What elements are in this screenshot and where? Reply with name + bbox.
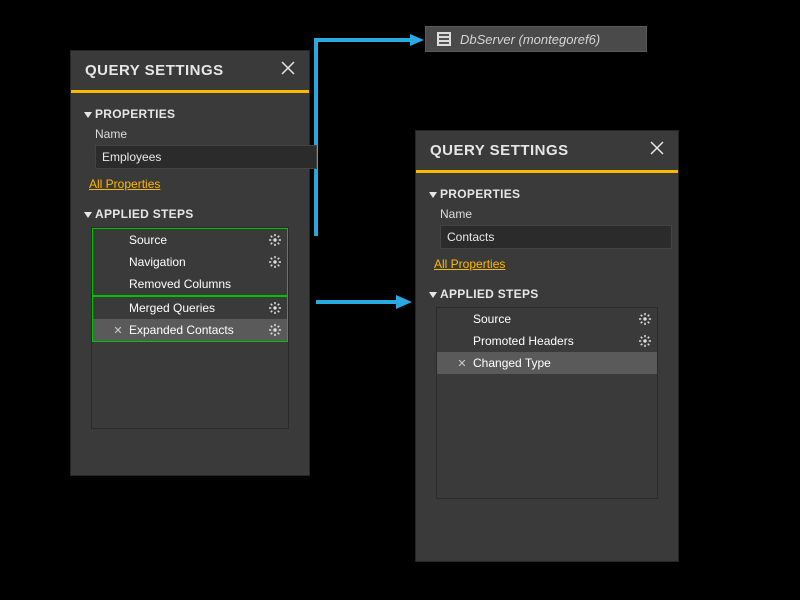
properties-section: PROPERTIES Name All Properties <box>71 93 309 199</box>
applied-steps-list: Source Navigation Removed Columns Merged Qu… <box>91 227 289 429</box>
panel-title: QUERY SETTINGS <box>85 62 224 79</box>
properties-header-text: PROPERTIES <box>95 107 175 121</box>
gear-icon[interactable] <box>269 324 281 336</box>
gear-icon[interactable] <box>639 313 651 325</box>
properties-header-text: PROPERTIES <box>440 187 520 201</box>
applied-steps-header[interactable]: APPLIED STEPS <box>430 281 664 305</box>
database-icon <box>436 31 452 47</box>
step-item[interactable]: Merged Queries <box>93 297 287 319</box>
applied-steps-header-text: APPLIED STEPS <box>440 287 539 301</box>
name-label: Name <box>440 207 664 221</box>
db-server-node[interactable]: DbServer (montegoref6) <box>425 26 647 52</box>
panel-header: QUERY SETTINGS <box>71 51 309 93</box>
step-label: Navigation <box>129 255 186 269</box>
step-label: Changed Type <box>473 356 551 370</box>
delete-step-icon[interactable]: ✕ <box>457 357 467 370</box>
arrow-to-db <box>310 30 430 255</box>
delete-step-icon[interactable]: ✕ <box>113 324 123 337</box>
all-properties-link[interactable]: All Properties <box>89 175 160 193</box>
gear-icon[interactable] <box>269 302 281 314</box>
query-name-input[interactable] <box>440 225 672 249</box>
applied-steps-list: Source Promoted Headers ✕ Changed Type <box>436 307 658 499</box>
applied-steps-header-text: APPLIED STEPS <box>95 207 194 221</box>
query-name-input[interactable] <box>95 145 317 169</box>
step-item[interactable]: Navigation <box>93 251 287 273</box>
step-group: Source Navigation Removed Columns <box>92 228 288 296</box>
step-label: Source <box>129 233 167 247</box>
applied-steps-section: APPLIED STEPS Source Promoted Headers ✕ Cha… <box>416 279 678 515</box>
step-item[interactable]: Source <box>93 229 287 251</box>
panel-header: QUERY SETTINGS <box>416 131 678 173</box>
query-settings-panel-left: QUERY SETTINGS PROPERTIES Name All Prope… <box>70 50 310 476</box>
step-item[interactable]: Removed Columns <box>93 273 287 295</box>
step-label: Removed Columns <box>129 277 231 291</box>
chevron-down-icon <box>429 292 437 298</box>
step-label: Merged Queries <box>129 301 215 315</box>
step-label: Expanded Contacts <box>129 323 234 337</box>
step-item[interactable]: ✕ Changed Type <box>437 352 657 374</box>
chevron-down-icon <box>84 112 92 118</box>
step-label: Source <box>473 312 511 326</box>
properties-section: PROPERTIES Name All Properties <box>416 173 678 279</box>
query-settings-panel-right: QUERY SETTINGS PROPERTIES Name All Prope… <box>415 130 679 562</box>
gear-icon[interactable] <box>639 335 651 347</box>
step-item[interactable]: Promoted Headers <box>437 330 657 352</box>
applied-steps-header[interactable]: APPLIED STEPS <box>85 201 295 225</box>
close-icon[interactable] <box>281 61 295 80</box>
gear-icon[interactable] <box>269 256 281 268</box>
arrow-to-panel <box>316 290 416 319</box>
properties-header[interactable]: PROPERTIES <box>85 101 295 125</box>
applied-steps-section: APPLIED STEPS Source Navigation Removed Co… <box>71 199 309 445</box>
chevron-down-icon <box>84 212 92 218</box>
step-item[interactable]: Source <box>437 308 657 330</box>
db-server-label: DbServer (montegoref6) <box>460 32 600 47</box>
step-group: Merged Queries ✕ Expanded Contacts <box>92 296 288 342</box>
chevron-down-icon <box>429 192 437 198</box>
name-label: Name <box>95 127 295 141</box>
all-properties-link[interactable]: All Properties <box>434 255 505 273</box>
properties-header[interactable]: PROPERTIES <box>430 181 664 205</box>
panel-title: QUERY SETTINGS <box>430 142 569 159</box>
close-icon[interactable] <box>650 141 664 160</box>
gear-icon[interactable] <box>269 234 281 246</box>
step-label: Promoted Headers <box>473 334 574 348</box>
step-item[interactable]: ✕ Expanded Contacts <box>93 319 287 341</box>
